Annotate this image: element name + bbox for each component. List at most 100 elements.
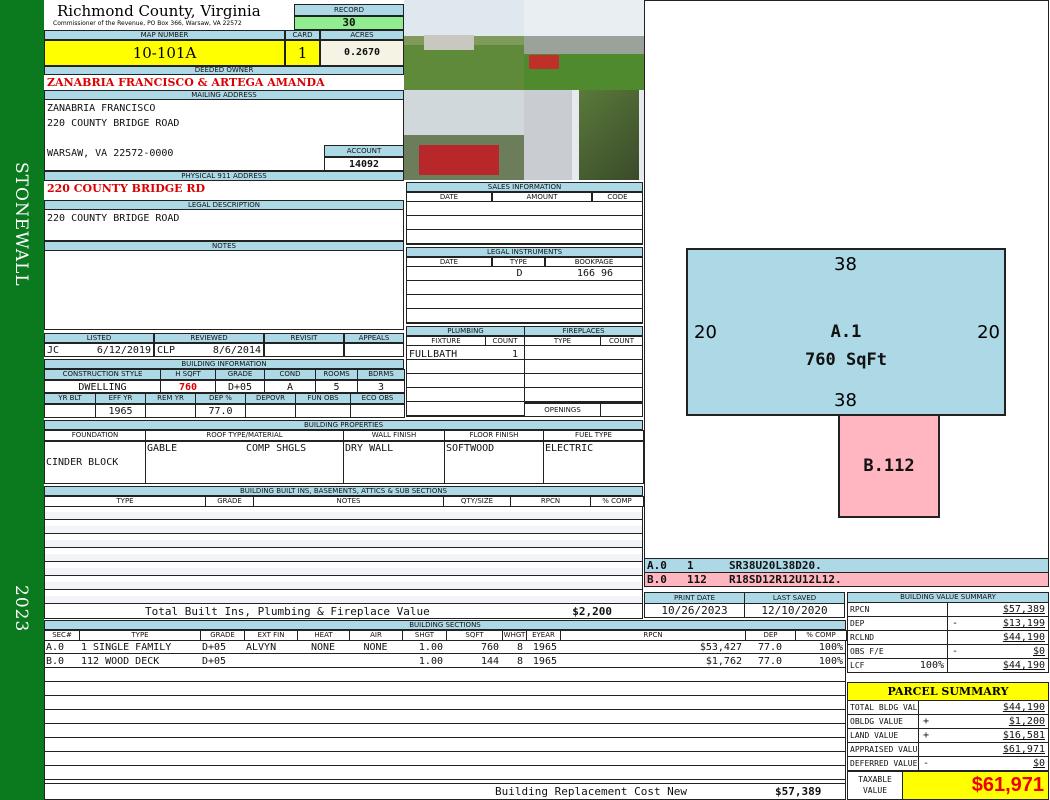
sketch-code-row-b: B.0 112 R18SD12R12U12L12.	[644, 572, 1049, 587]
plumbing-rows: FULLBATH 1	[406, 346, 525, 417]
notes-area	[44, 251, 404, 330]
sections-col-label: HEAT	[297, 630, 350, 641]
builtins-total-label: Total Built Ins, Plumbing & Fireplace Va…	[145, 605, 430, 618]
sales-rows	[406, 202, 643, 245]
section-cell: B.0	[46, 656, 65, 667]
bvs-amount: $44,190	[1002, 660, 1045, 671]
fireplace-rows	[524, 346, 643, 403]
bvs-pct: 100%	[919, 660, 944, 671]
fireplaces-title: FIREPLACES	[524, 326, 643, 336]
section-cell: 1 SINGLE FAMILY	[81, 642, 172, 653]
dim-top: 38	[834, 254, 857, 275]
reviewed-date: 8/6/2014	[212, 345, 261, 356]
listed-cell: JC 6/12/2019	[44, 343, 154, 357]
bvs-value: $44,190	[947, 658, 1049, 673]
parcel-amount: $0	[1032, 758, 1045, 769]
fireplace-col-type: TYPE	[524, 336, 601, 346]
section-cell: 77.0	[757, 656, 783, 667]
replacement-cost-value: $57,389	[775, 785, 822, 798]
building-info-2-col-label: YR BLT	[44, 393, 96, 404]
reviewed-by: CLP	[157, 345, 176, 356]
plumbing-col-fixture: FIXTURE	[406, 336, 486, 346]
legal-col-bookpage: BOOKPAGE	[545, 257, 643, 267]
building-info-2-value: 77.0	[195, 404, 246, 418]
building-info-2-col-label: DEPOVR	[245, 393, 296, 404]
parcel-operator: -	[923, 758, 930, 769]
sketch-code-sec: B.0	[647, 573, 667, 586]
parcel-value: + $1,200	[918, 714, 1049, 729]
property-photo-4	[524, 90, 644, 180]
acres-value: 0.2670	[320, 40, 404, 66]
section-cell: ALVYN	[246, 642, 277, 653]
wall-finish-value: DRY WALL	[345, 443, 394, 454]
parcel-value: - $0	[918, 756, 1049, 771]
building-info-2-value: 1965	[95, 404, 146, 418]
plumbing-title: PLUMBING	[406, 326, 525, 336]
acres-label: ACRES	[320, 30, 404, 40]
sketch-code-path: SR38U20L38D20.	[729, 559, 822, 572]
sections-col-label: SHGT	[402, 630, 447, 641]
bvs-amount: $13,199	[1002, 618, 1045, 629]
building-info-value: 760	[160, 380, 216, 393]
builtins-col-label: % COMP	[590, 496, 644, 507]
section-cell: 1965	[532, 642, 557, 653]
notes-label: NOTES	[44, 241, 404, 251]
legal-rows: D 166 96	[406, 267, 643, 324]
account-number: 14092	[324, 157, 404, 171]
last-saved-date: 12/10/2020	[744, 603, 845, 618]
builtins-col-label: TYPE	[44, 496, 206, 507]
openings-label: OPENINGS	[524, 403, 601, 417]
bvs-value: - $13,199	[947, 616, 1049, 631]
card-label: CARD	[285, 30, 320, 40]
reviewed-cell: CLP 8/6/2014	[154, 343, 264, 357]
bvs-label: OBS F/E	[847, 644, 948, 659]
bvs-label: RPCN	[847, 602, 948, 617]
bvs-amount: $0	[1032, 646, 1045, 657]
building-info-2-col-label: ECO OBS	[350, 393, 405, 404]
building-info-2-value	[145, 404, 196, 418]
sections-col-label: % COMP	[795, 630, 847, 641]
building-info-2-value	[295, 404, 351, 418]
builtins-col-label: NOTES	[253, 496, 444, 507]
section-cell: 100%	[818, 642, 843, 653]
bvs-value: $44,190	[947, 630, 1049, 645]
revisit-cell	[264, 343, 344, 357]
parcel-label: DEFERRED VALUE	[847, 756, 919, 771]
section-a-label: A.1	[830, 322, 862, 342]
bvs-value: - $0	[947, 644, 1049, 659]
listed-by: JC	[47, 345, 60, 356]
record-label: RECORD	[294, 4, 404, 16]
building-info-value: A	[264, 380, 316, 393]
county-title: Richmond County, Virginia	[57, 2, 261, 20]
section-cell: 1.00	[418, 642, 443, 653]
building-info-2-value	[44, 404, 96, 418]
section-b-label: B.112	[863, 456, 915, 476]
section-cell: $53,427	[699, 642, 742, 653]
parcel-amount: $16,581	[1002, 730, 1045, 741]
sales-title: SALES INFORMATION	[406, 182, 643, 192]
bvs-label-text: RPCN	[850, 605, 870, 614]
sections-col-label: SEC#	[44, 630, 80, 641]
sketch-section-b: B.112	[838, 414, 940, 518]
section-cell: 144	[480, 656, 499, 667]
sketch-code-path: R18SD12R12U12L12.	[729, 573, 842, 586]
plumbing-col-count: COUNT	[485, 336, 525, 346]
building-sections-title: BUILDING SECTIONS	[44, 620, 846, 630]
replacement-cost-row: Building Replacement Cost New $57,389	[44, 783, 846, 800]
taxable-label: TAXABLE VALUE	[847, 771, 903, 800]
legal-row-type: D	[516, 268, 523, 279]
legal-description-box: 220 COUNTY BRIDGE ROAD	[44, 210, 404, 241]
properties-col-label: FOUNDATION	[44, 430, 146, 441]
section-cell: 760	[480, 642, 499, 653]
parcel-label: APPRAISED VALUE	[847, 742, 919, 757]
legal-description-label: LEGAL DESCRIPTION	[44, 200, 404, 210]
sections-col-label: EYEAR	[526, 630, 561, 641]
property-photo-2	[524, 0, 644, 90]
building-info-2-col-label: REM YR	[145, 393, 196, 404]
section-cell: 112 WOOD DECK	[81, 656, 160, 667]
appeals-cell	[344, 343, 404, 357]
bvs-label: RCLND	[847, 630, 948, 645]
replacement-cost-label: Building Replacement Cost New	[495, 785, 688, 798]
parcel-operator: +	[923, 716, 930, 727]
sales-col-code: CODE	[592, 192, 643, 202]
